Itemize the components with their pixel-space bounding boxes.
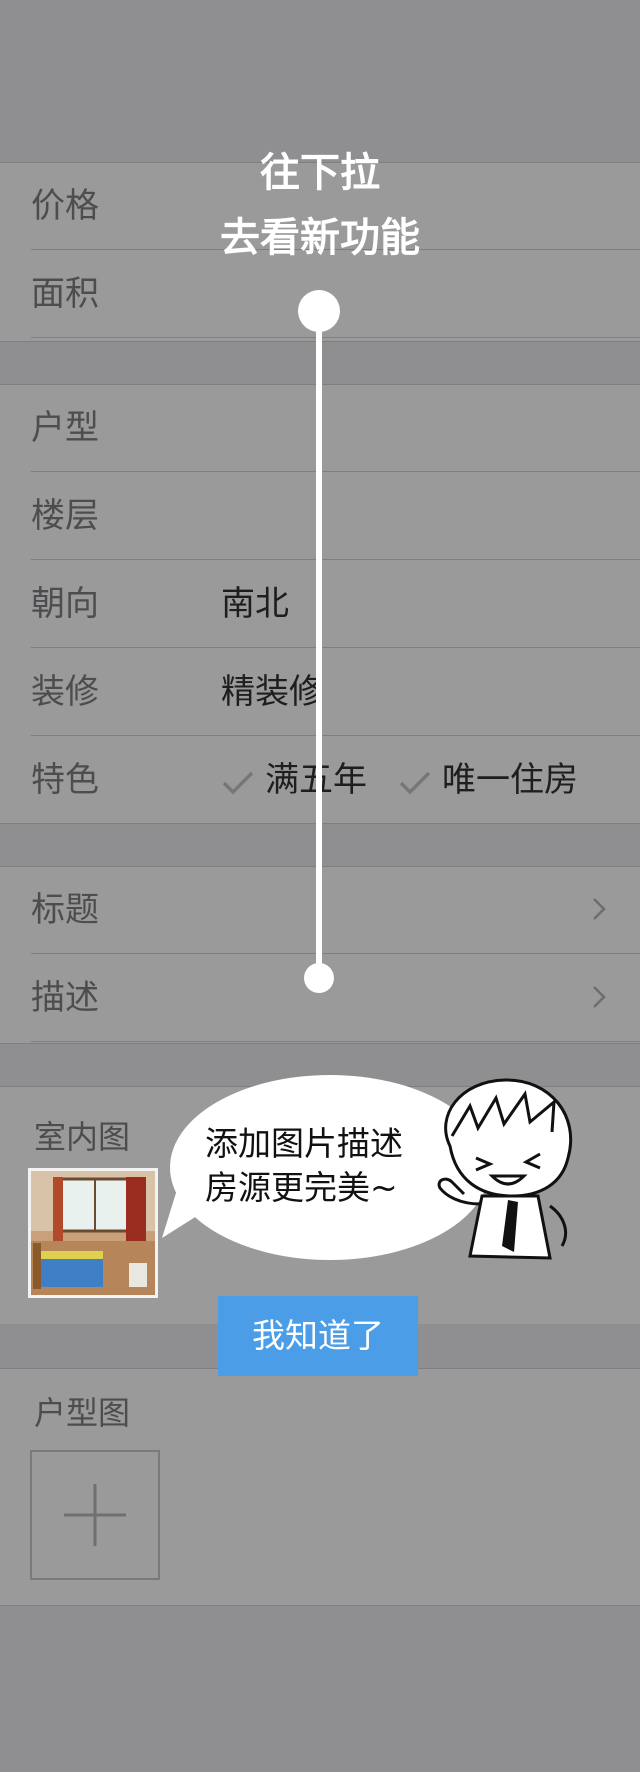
chevron-right-icon	[593, 986, 606, 1008]
plus-icon	[64, 1484, 126, 1546]
cartoon-mascot-icon	[437, 1078, 573, 1260]
pull-handle-top[interactable]	[298, 290, 340, 332]
area-label: 面积	[31, 274, 99, 314]
layout-label: 户型	[31, 408, 99, 448]
house-edit-page: 价格 面积 户型 楼层 朝向 南北 装修 精装修 特色 满五年 唯一住	[0, 0, 640, 1772]
new-feature-hint: 去看新功能	[220, 215, 420, 261]
feature-only-house-label: 唯一住房	[442, 760, 578, 800]
floor-plan-title: 户型图	[34, 1394, 131, 1432]
pull-track	[316, 310, 322, 980]
area-row[interactable]: 面积	[31, 250, 640, 338]
decoration-label: 装修	[31, 672, 99, 712]
chevron-right-icon	[593, 898, 606, 920]
indoor-photo-thumbnail[interactable]	[28, 1168, 158, 1298]
floor-plan-section: 户型图	[0, 1368, 640, 1606]
indoor-photos-title: 室内图	[34, 1118, 131, 1156]
features-label: 特色	[31, 760, 99, 800]
layout-row[interactable]: 户型	[31, 384, 640, 472]
bubble-line-1: 添加图片描述	[205, 1124, 403, 1163]
speech-bubble-text: 添加图片描述 房源更完美~	[205, 1122, 445, 1210]
decoration-row[interactable]: 装修 精装修	[31, 648, 640, 736]
got-it-button[interactable]: 我知道了	[218, 1296, 418, 1376]
bubble-line-2: 房源更完美~	[205, 1168, 398, 1207]
orientation-value: 南北	[221, 584, 289, 624]
orientation-row[interactable]: 朝向 南北	[31, 560, 640, 648]
check-icon	[222, 771, 254, 794]
description-label: 描述	[31, 978, 99, 1018]
feature-only-house[interactable]: 唯一住房	[398, 736, 578, 824]
title-label: 标题	[31, 890, 99, 930]
orientation-label: 朝向	[31, 584, 99, 624]
description-row[interactable]: 描述	[31, 954, 640, 1042]
room-photo	[31, 1171, 155, 1295]
pull-handle-bottom	[304, 963, 334, 993]
floor-label: 楼层	[31, 496, 99, 536]
check-icon	[399, 771, 431, 794]
add-floor-plan-button[interactable]	[30, 1450, 160, 1580]
features-row: 特色 满五年 唯一住房	[31, 736, 640, 824]
feature-five-years[interactable]: 满五年	[221, 736, 367, 824]
floor-row[interactable]: 楼层	[31, 472, 640, 560]
title-row[interactable]: 标题	[31, 866, 640, 954]
pull-down-hint: 往下拉	[260, 150, 380, 196]
decoration-value: 精装修	[221, 672, 323, 712]
